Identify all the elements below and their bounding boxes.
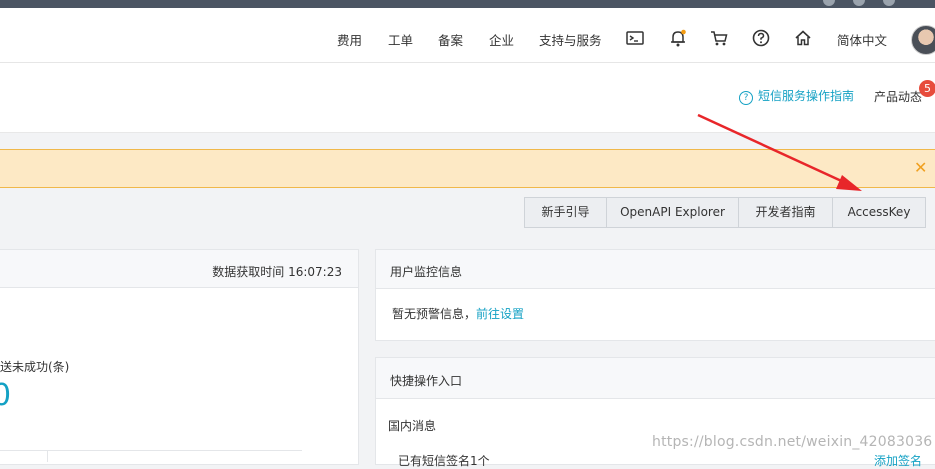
watermark: https://blog.csdn.net/weixin_42083036 xyxy=(652,434,933,450)
strip-icon xyxy=(883,0,895,6)
nav-item-enterprise[interactable]: 企业 xyxy=(489,30,514,49)
close-icon[interactable]: ✕ xyxy=(914,158,927,177)
strip-icon xyxy=(853,0,866,6)
notice-banner: ✕ xyxy=(0,149,935,188)
beginner-guide-button[interactable]: 新手引导 xyxy=(524,197,607,228)
sms-stats-panel: 数据获取时间 16:07:23 xyxy=(0,249,359,465)
nav-item-support[interactable]: 支持与服务 xyxy=(539,30,602,49)
nav-item-icp[interactable]: 备案 xyxy=(438,30,463,49)
openapi-explorer-button[interactable]: OpenAPI Explorer xyxy=(606,197,739,228)
help-icon[interactable] xyxy=(751,28,771,48)
panel-title: 用户监控信息 xyxy=(390,265,463,279)
language-switch[interactable]: 简体中文 xyxy=(837,30,887,49)
product-news-link[interactable]: 产品动态 xyxy=(874,88,922,105)
panel-header: 数据获取时间 16:07:23 xyxy=(0,250,358,288)
sms-guide-link-label: 短信服务操作指南 xyxy=(758,89,855,103)
nav-item-tickets[interactable]: 工单 xyxy=(388,30,413,49)
domestic-section-label: 国内消息 xyxy=(388,419,437,433)
alert-message: 暂无预警信息，前往设置 xyxy=(392,305,524,322)
terminal-icon[interactable] xyxy=(625,28,645,48)
cart-icon[interactable] xyxy=(709,28,729,48)
accesskey-button[interactable]: AccessKey xyxy=(832,197,926,228)
panel-title: 快捷操作入口 xyxy=(390,374,463,388)
news-count-badge: 5 xyxy=(919,80,935,97)
data-fetch-time: 数据获取时间 16:07:23 xyxy=(212,265,342,279)
table-divider xyxy=(0,450,302,451)
nav-item-billing[interactable]: 费用 xyxy=(337,30,362,49)
no-alert-text: 暂无预警信息， xyxy=(392,307,477,321)
user-monitor-panel: 用户监控信息 暂无预警信息，前往设置 xyxy=(375,249,935,341)
sms-guide-link[interactable]: ? 短信服务操作指南 xyxy=(739,87,854,105)
page-subheader: ? 短信服务操作指南 产品动态 5 xyxy=(0,63,935,133)
panel-header: 快捷操作入口 xyxy=(376,358,935,399)
browser-top-strip xyxy=(0,0,935,8)
question-icon: ? xyxy=(739,91,753,105)
bell-icon[interactable] xyxy=(668,28,688,48)
toolbar-button-group: 新手引导 OpenAPI Explorer 开发者指南 AccessKey xyxy=(524,197,926,228)
strip-icon xyxy=(823,0,836,6)
go-settings-link[interactable]: 前往设置 xyxy=(476,307,524,321)
panel-header: 用户监控信息 xyxy=(376,250,935,289)
table-divider xyxy=(47,450,48,462)
top-navbar: 费用 工单 备案 企业 支持与服务 简体中文 xyxy=(0,8,935,63)
failed-count-label: 送未成功(条) xyxy=(0,360,70,374)
developer-guide-button[interactable]: 开发者指南 xyxy=(738,197,833,228)
failed-count-value: 0 xyxy=(0,378,12,413)
home-icon[interactable] xyxy=(793,28,813,48)
avatar[interactable] xyxy=(911,25,935,55)
